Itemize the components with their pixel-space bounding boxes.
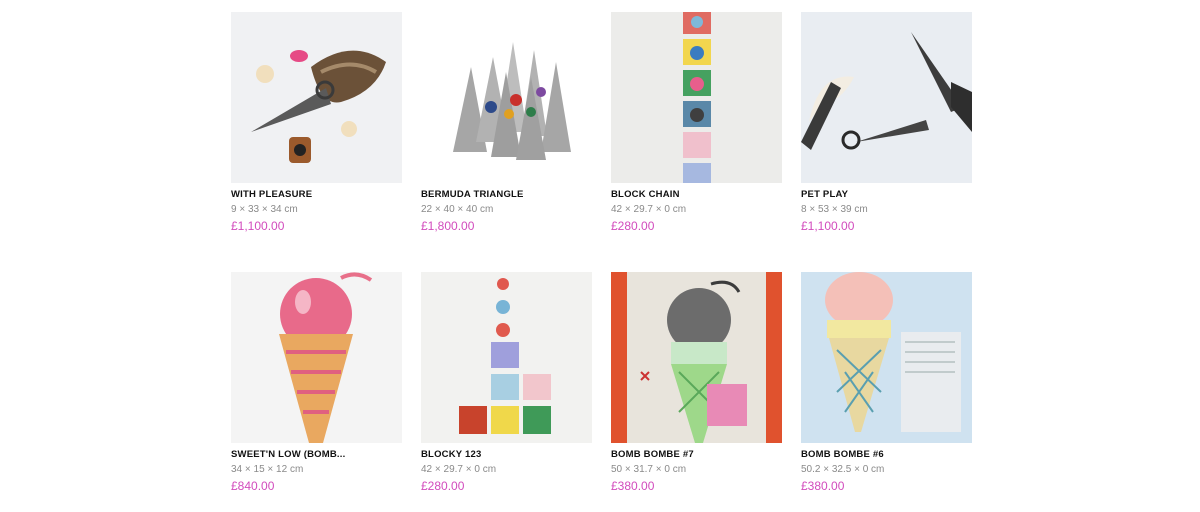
- product-price: £1,800.00: [421, 219, 475, 233]
- product-dimensions: 42 × 29.7 × 0 cm: [421, 464, 497, 475]
- product-dimensions: 42 × 29.7 × 0 cm: [611, 204, 687, 215]
- product-price: £380.00: [611, 479, 655, 493]
- product-card[interactable]: SWEET'N LOW (BOMB... 34 × 15 × 12 cm £84…: [231, 272, 402, 512]
- product-dimensions: 50 × 31.7 × 0 cm: [611, 464, 687, 475]
- product-grid: WITH PLEASURE 9 × 33 × 34 cm £1,100.00 B…: [231, 12, 972, 512]
- product-dimensions: 22 × 40 × 40 cm: [421, 204, 494, 215]
- product-card[interactable]: PET PLAY 8 × 53 × 39 cm £1,100.00: [801, 12, 972, 272]
- product-image[interactable]: [801, 12, 972, 183]
- product-dimensions: 9 × 33 × 34 cm: [231, 204, 298, 215]
- product-title[interactable]: BERMUDA TRIANGLE: [421, 189, 592, 200]
- product-title[interactable]: PET PLAY: [801, 189, 972, 200]
- product-card[interactable]: BOMB BOMBE #7 50 × 31.7 × 0 cm £380.00: [611, 272, 782, 512]
- product-title[interactable]: BLOCK CHAIN: [611, 189, 782, 200]
- product-image[interactable]: [801, 272, 972, 443]
- product-card[interactable]: BOMB BOMBE #6 50.2 × 32.5 × 0 cm £380.00: [801, 272, 972, 512]
- product-title[interactable]: WITH PLEASURE: [231, 189, 402, 200]
- product-image[interactable]: [231, 12, 402, 183]
- product-card[interactable]: BLOCK CHAIN 42 × 29.7 × 0 cm £280.00: [611, 12, 782, 272]
- product-title[interactable]: BLOCKY 123: [421, 449, 592, 460]
- product-title[interactable]: BOMB BOMBE #7: [611, 449, 782, 460]
- product-image[interactable]: [611, 12, 782, 183]
- product-image[interactable]: [421, 272, 592, 443]
- product-card[interactable]: WITH PLEASURE 9 × 33 × 34 cm £1,100.00: [231, 12, 402, 272]
- product-price: £1,100.00: [231, 219, 285, 233]
- product-price: £380.00: [801, 479, 845, 493]
- product-price: £1,100.00: [801, 219, 855, 233]
- product-card[interactable]: BLOCKY 123 42 × 29.7 × 0 cm £280.00: [421, 272, 592, 512]
- product-title[interactable]: BOMB BOMBE #6: [801, 449, 972, 460]
- product-card[interactable]: BERMUDA TRIANGLE 22 × 40 × 40 cm £1,800.…: [421, 12, 592, 272]
- product-price: £280.00: [421, 479, 465, 493]
- product-image[interactable]: [231, 272, 402, 443]
- product-image[interactable]: [611, 272, 782, 443]
- product-image[interactable]: [421, 12, 592, 183]
- product-price: £840.00: [231, 479, 275, 493]
- product-dimensions: 8 × 53 × 39 cm: [801, 204, 868, 215]
- product-title[interactable]: SWEET'N LOW (BOMB...: [231, 449, 402, 460]
- product-price: £280.00: [611, 219, 655, 233]
- product-dimensions: 50.2 × 32.5 × 0 cm: [801, 464, 885, 475]
- product-dimensions: 34 × 15 × 12 cm: [231, 464, 304, 475]
